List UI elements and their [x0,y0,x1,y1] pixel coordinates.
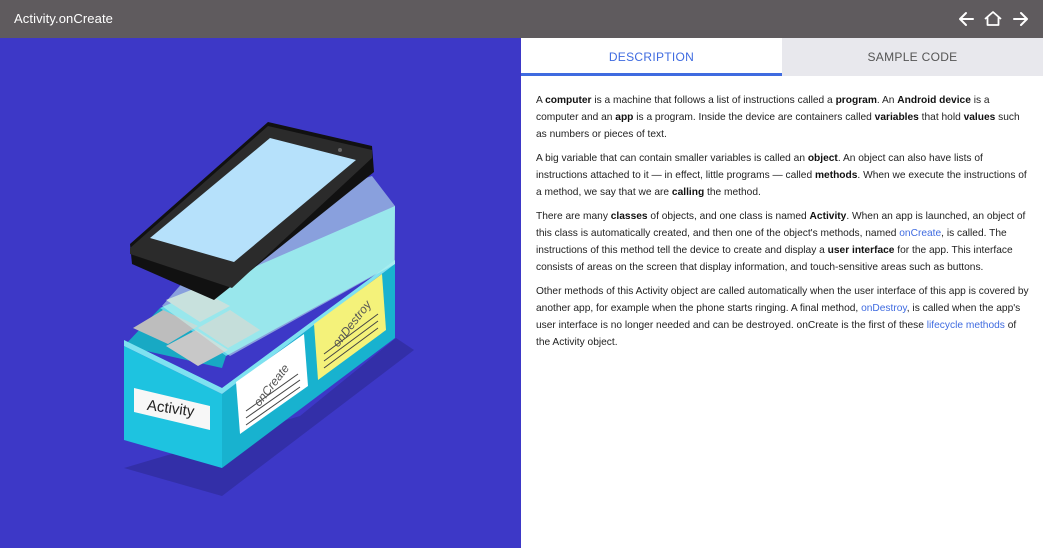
title-bar: Activity.onCreate [0,0,1043,38]
lifecycle-methods-link[interactable]: lifecycle methods [927,320,1005,331]
illustration-pane: Activity onCreate onDestroy [0,38,521,548]
home-icon [984,11,1002,26]
description-paragraph: A big variable that can contain smaller … [536,150,1031,201]
text-span: There are many [536,211,611,222]
text-span: . An [876,95,898,106]
text-span: the method. [704,187,761,198]
tab-description[interactable]: DESCRIPTION [521,38,782,76]
arrow-left-icon [959,12,974,26]
term-computer: computer [545,95,592,106]
text-span: A [536,95,546,106]
activity-illustration: Activity onCreate onDestroy [124,122,414,496]
term-methods: methods [814,170,858,181]
term-app: app [615,112,634,123]
term-calling: calling [671,187,705,198]
text-span: A big variable that can contain smaller … [536,153,808,164]
text-span: that hold [918,112,964,123]
text-span: of objects, and one class is named [647,211,810,222]
content-pane: DESCRIPTION SAMPLE CODE A computer is a … [521,38,1043,548]
term-user-interface: user interface [827,245,895,256]
active-tab-indicator [521,73,782,76]
term-classes: classes [610,211,648,222]
window-title: Activity.onCreate [14,11,113,26]
text-span: is a program. Inside the device are cont… [633,112,875,123]
forward-button[interactable] [1010,9,1030,29]
term-activity: Activity [809,211,847,222]
home-button[interactable] [983,9,1003,29]
description-paragraph: A computer is a machine that follows a l… [536,92,1031,143]
description-paragraph: Other methods of this Activity object ar… [536,283,1031,351]
ondestroy-link[interactable]: onDestroy [861,303,907,314]
text-span: is a machine that follows a list of inst… [591,95,836,106]
tab-sample-code[interactable]: SAMPLE CODE [782,38,1043,76]
description-paragraph: There are many classes of objects, and o… [536,208,1031,276]
oncreate-link[interactable]: onCreate [899,228,941,239]
term-values: values [963,112,996,123]
back-button[interactable] [957,9,977,29]
arrow-right-icon [1013,12,1028,26]
term-android-device: Android device [897,95,971,106]
term-variables: variables [874,112,919,123]
tab-bar: DESCRIPTION SAMPLE CODE [521,38,1043,76]
term-program: program [835,95,877,106]
description-text: A computer is a machine that follows a l… [536,92,1031,358]
term-object: object [807,153,838,164]
